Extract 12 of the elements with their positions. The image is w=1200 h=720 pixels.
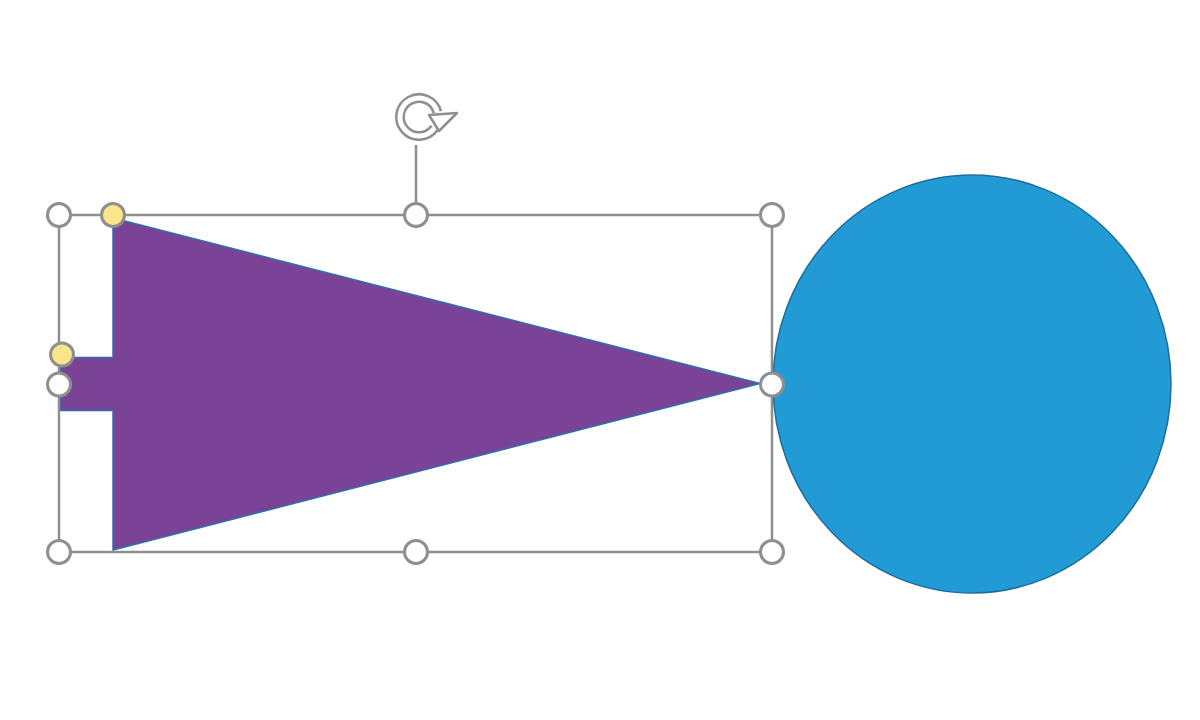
resize-handle[interactable] [759,539,785,565]
resize-handle[interactable] [46,202,72,228]
adjustment-handle[interactable] [49,341,75,368]
handle-stem [414,145,418,203]
resize-handle[interactable] [403,539,429,565]
rotate-icon[interactable] [395,93,459,141]
resize-handle[interactable] [46,371,72,398]
resize-handle[interactable] [759,371,785,398]
resize-handle[interactable] [759,202,785,228]
adjustment-handle[interactable] [100,202,126,228]
resize-handle[interactable] [403,202,429,228]
resize-handle[interactable] [46,539,72,565]
